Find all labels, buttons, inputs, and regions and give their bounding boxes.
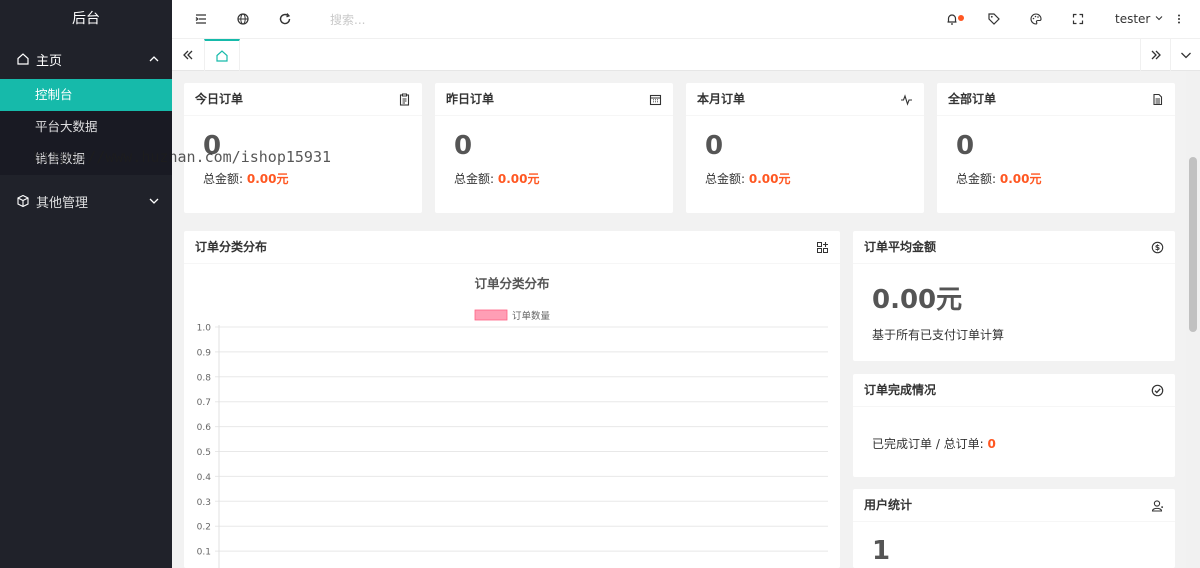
chart-title: 订单分类分布 bbox=[474, 276, 550, 291]
tag-icon[interactable] bbox=[987, 12, 1001, 26]
tab-bar bbox=[172, 39, 1200, 71]
stat-card-month: 本月订单 0 总金额: 0.00元 bbox=[686, 83, 924, 213]
search-input[interactable]: 搜索... bbox=[330, 11, 490, 27]
tabs-menu-icon[interactable] bbox=[1170, 39, 1200, 71]
tab-home[interactable] bbox=[204, 39, 240, 71]
y-tick-label: 0.3 bbox=[197, 498, 211, 508]
order-count: 0 bbox=[705, 131, 724, 161]
card-header: 今日订单 bbox=[184, 83, 422, 116]
card-title: 昨日订单 bbox=[446, 92, 495, 106]
card-header: 本月订单 bbox=[686, 83, 924, 116]
card-title: 今日订单 bbox=[195, 92, 244, 106]
y-tick-label: 0.8 bbox=[197, 373, 212, 383]
chevron-down-icon bbox=[1155, 16, 1163, 21]
total-amount: 总金额: 0.00元 bbox=[454, 172, 540, 186]
avg-amount-note: 基于所有已支付订单计算 bbox=[872, 328, 1005, 342]
card-header: 订单分类分布 bbox=[184, 231, 840, 264]
y-tick-label: 0.2 bbox=[197, 523, 211, 533]
user-name: tester bbox=[1115, 12, 1151, 26]
refresh-icon[interactable] bbox=[278, 12, 292, 26]
svg-text:$: $ bbox=[1155, 243, 1160, 252]
completion-card: 订单完成情况 已完成订单 / 总订单: 0 bbox=[853, 374, 1175, 477]
tabs-scroll-right-icon[interactable] bbox=[1140, 39, 1172, 71]
sidebar-item-bigdata[interactable]: 平台大数据 bbox=[0, 111, 172, 143]
sidebar: 后台 主页 控制台 平台大数据 销售数据 其他管理 bbox=[0, 0, 172, 568]
tabs-scroll-left-icon[interactable] bbox=[172, 39, 204, 71]
avg-amount-value: 0.00元 bbox=[872, 285, 963, 315]
y-tick-label: 1.0 bbox=[197, 324, 212, 334]
y-tick-label: 0.5 bbox=[197, 448, 211, 458]
home-icon bbox=[16, 52, 30, 66]
chart-grid: 1.0 0.9 0.8 0.7 0.6 0.5 0.4 0.3 0.2 0.1 bbox=[197, 324, 828, 568]
y-tick-label: 0.1 bbox=[197, 548, 211, 558]
menu-fold-icon[interactable] bbox=[194, 12, 208, 26]
y-tick-label: 0.4 bbox=[197, 473, 212, 483]
scrollbar-thumb[interactable] bbox=[1189, 157, 1197, 332]
distribution-card: 订单分类分布 订单分类分布 订单数量 1.0 0.9 0.8 0.7 0.6 0.5 0.4… bbox=[184, 231, 840, 568]
order-count: 0 bbox=[956, 131, 975, 161]
globe-icon[interactable] bbox=[236, 12, 250, 26]
card-title: 全部订单 bbox=[948, 92, 997, 106]
chevron-up-icon bbox=[148, 53, 160, 65]
sidebar-group-label: 其他管理 bbox=[36, 195, 89, 211]
distribution-chart: 订单分类分布 订单数量 1.0 0.9 0.8 0.7 0.6 0.5 0.4 0.3 0.2 0… bbox=[197, 276, 828, 568]
total-amount: 总金额: 0.00元 bbox=[705, 172, 791, 186]
dollar-icon: $ bbox=[1151, 241, 1164, 254]
document-icon bbox=[1151, 93, 1164, 106]
cube-icon bbox=[16, 194, 30, 208]
clipboard-icon bbox=[398, 93, 411, 106]
card-title: 订单完成情况 bbox=[864, 383, 937, 397]
legend-label: 订单数量 bbox=[512, 310, 551, 322]
card-header: 订单平均金额 $ bbox=[853, 231, 1175, 264]
fullscreen-icon[interactable] bbox=[1071, 12, 1085, 26]
total-amount: 总金额: 0.00元 bbox=[956, 172, 1042, 186]
app-title: 后台 bbox=[72, 11, 100, 27]
card-header: 订单完成情况 bbox=[853, 374, 1175, 407]
y-tick-label: 0.9 bbox=[197, 348, 212, 358]
card-header: 昨日订单 bbox=[435, 83, 673, 116]
calendar-icon bbox=[649, 93, 662, 106]
card-title: 用户统计 bbox=[864, 498, 913, 512]
check-circle-icon bbox=[1151, 384, 1164, 397]
sidebar-item-sales[interactable]: 销售数据 bbox=[0, 143, 172, 175]
user-stats-card: 用户统计 1 bbox=[853, 489, 1175, 568]
total-amount: 总金额: 0.00元 bbox=[203, 172, 289, 186]
user-count: 1 bbox=[872, 536, 891, 566]
legend-swatch bbox=[474, 309, 508, 321]
sidebar-group-label: 主页 bbox=[36, 53, 63, 69]
card-title: 本月订单 bbox=[697, 92, 746, 106]
card-header: 用户统计 bbox=[853, 489, 1175, 522]
home-icon bbox=[216, 50, 228, 62]
palette-icon[interactable] bbox=[1029, 12, 1043, 26]
y-tick-label: 0.7 bbox=[197, 398, 211, 408]
apps-icon bbox=[816, 241, 829, 254]
avg-amount-card: 订单平均金额 $ 0.00元 基于所有已支付订单计算 bbox=[853, 231, 1175, 361]
completion-stat: 已完成订单 / 总订单: 0 bbox=[872, 437, 996, 451]
top-bar: 搜索... tester bbox=[172, 0, 1200, 39]
card-header: 全部订单 bbox=[937, 83, 1175, 116]
more-icon[interactable] bbox=[1172, 12, 1186, 26]
user-menu[interactable]: tester bbox=[1115, 12, 1164, 26]
order-count: 0 bbox=[203, 131, 222, 161]
y-tick-label: 0.6 bbox=[197, 423, 212, 433]
stat-card-all: 全部订单 0 总金额: 0.00元 bbox=[937, 83, 1175, 213]
page-scrollbar[interactable] bbox=[1186, 71, 1200, 568]
user-icon bbox=[1151, 499, 1164, 512]
card-title: 订单平均金额 bbox=[864, 240, 937, 254]
chevron-down-icon bbox=[148, 195, 160, 207]
pulse-icon bbox=[900, 93, 913, 106]
sidebar-group-home[interactable]: 主页 bbox=[0, 39, 172, 79]
sidebar-item-console[interactable]: 控制台 bbox=[0, 79, 172, 111]
sidebar-group-other[interactable]: 其他管理 bbox=[0, 181, 172, 221]
notification-dot bbox=[958, 15, 964, 21]
order-count: 0 bbox=[454, 131, 473, 161]
stat-card-yesterday: 昨日订单 0 总金额: 0.00元 bbox=[435, 83, 673, 213]
sidebar-submenu: 控制台 平台大数据 销售数据 bbox=[0, 79, 172, 175]
bell-icon[interactable] bbox=[945, 12, 959, 26]
card-title: 订单分类分布 bbox=[195, 240, 268, 254]
stat-card-today: 今日订单 0 总金额: 0.00元 bbox=[184, 83, 422, 213]
